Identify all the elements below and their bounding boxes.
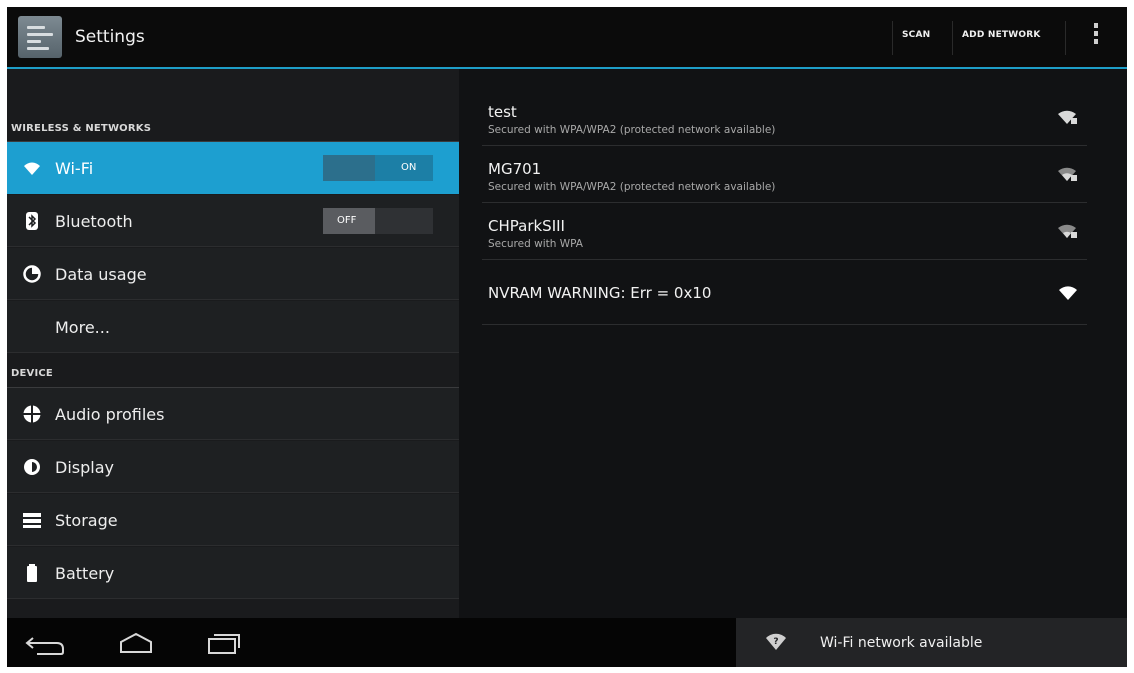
notification-text: Wi-Fi network available bbox=[820, 635, 983, 651]
overflow-menu-icon[interactable] bbox=[1093, 23, 1099, 51]
divider bbox=[952, 21, 953, 55]
battery-icon bbox=[27, 564, 37, 582]
recent-apps-icon[interactable] bbox=[208, 634, 240, 654]
home-icon[interactable] bbox=[120, 632, 152, 653]
bluetooth-icon bbox=[26, 212, 38, 230]
settings-sidebar: WIRELESS & NETWORKS Wi-Fi ON Bluetooth O… bbox=[7, 69, 459, 618]
wifi-signal-icon bbox=[1059, 286, 1077, 300]
sidebar-item-audio-profiles[interactable]: Audio profiles bbox=[7, 388, 459, 440]
toggle-state: ON bbox=[401, 162, 417, 173]
android-screen: Settings SCAN ADD NETWORK WIRELESS & NET… bbox=[7, 7, 1127, 667]
wifi-signal-locked-icon bbox=[1058, 110, 1077, 124]
back-icon[interactable] bbox=[25, 637, 64, 655]
network-ssid: MG701 bbox=[488, 160, 542, 178]
network-item-mg701[interactable]: MG701 Secured with WPA/WPA2 (protected n… bbox=[482, 146, 1087, 203]
network-ssid: NVRAM WARNING: Err = 0x10 bbox=[488, 284, 712, 302]
wifi-toggle[interactable]: ON bbox=[323, 155, 433, 181]
wifi-signal-locked-icon bbox=[1058, 224, 1077, 238]
data-usage-icon bbox=[23, 265, 41, 283]
network-ssid: test bbox=[488, 103, 517, 121]
sidebar-item-data-usage[interactable]: Data usage bbox=[7, 248, 459, 300]
network-ssid: CHParkSIII bbox=[488, 217, 565, 235]
add-network-button[interactable]: ADD NETWORK bbox=[962, 30, 1041, 40]
wifi-icon bbox=[24, 162, 40, 175]
wifi-available-notification[interactable]: ? Wi-Fi network available bbox=[736, 618, 1127, 667]
page-title: Settings bbox=[75, 27, 145, 47]
svg-text:?: ? bbox=[773, 637, 778, 647]
sidebar-item-label: Audio profiles bbox=[55, 405, 165, 424]
sidebar-item-display[interactable]: Display bbox=[7, 441, 459, 493]
sidebar-item-label: More... bbox=[55, 318, 110, 337]
storage-icon bbox=[23, 513, 41, 528]
sidebar-item-wifi[interactable]: Wi-Fi ON bbox=[7, 142, 459, 194]
wifi-signal-locked-icon bbox=[1058, 167, 1077, 181]
network-summary: Secured with WPA/WPA2 (protected network… bbox=[488, 124, 776, 136]
network-summary: Secured with WPA/WPA2 (protected network… bbox=[488, 181, 776, 193]
sidebar-item-label: Data usage bbox=[55, 265, 147, 284]
sidebar-item-bluetooth[interactable]: Bluetooth OFF bbox=[7, 195, 459, 247]
sidebar-item-storage[interactable]: Storage bbox=[7, 494, 459, 546]
action-bar: Settings SCAN ADD NETWORK bbox=[7, 7, 1127, 67]
bluetooth-toggle[interactable]: OFF bbox=[323, 208, 433, 234]
sidebar-item-label: Battery bbox=[55, 564, 115, 583]
settings-app-icon[interactable] bbox=[18, 16, 62, 58]
network-item-test[interactable]: test Secured with WPA/WPA2 (protected ne… bbox=[482, 89, 1087, 146]
wifi-question-icon: ? bbox=[766, 633, 786, 650]
sidebar-item-label: Storage bbox=[55, 511, 118, 530]
audio-profiles-icon bbox=[23, 405, 41, 423]
toggle-state: OFF bbox=[337, 215, 357, 226]
network-item-nvram[interactable]: NVRAM WARNING: Err = 0x10 bbox=[482, 260, 1087, 325]
toggle-thumb bbox=[323, 155, 375, 181]
sidebar-item-more[interactable]: More... bbox=[7, 301, 459, 353]
section-header-device: DEVICE bbox=[11, 368, 53, 379]
sidebar-item-label: Display bbox=[55, 458, 114, 477]
network-item-chparksiii[interactable]: CHParkSIII Secured with WPA bbox=[482, 203, 1087, 260]
sidebar-item-label: Wi-Fi bbox=[55, 159, 94, 178]
divider bbox=[1065, 21, 1066, 55]
network-summary: Secured with WPA bbox=[488, 238, 583, 250]
section-header-wireless: WIRELESS & NETWORKS bbox=[11, 123, 152, 134]
nav-keys bbox=[25, 632, 240, 655]
wifi-network-list: test Secured with WPA/WPA2 (protected ne… bbox=[459, 69, 1127, 618]
scan-button[interactable]: SCAN bbox=[902, 30, 930, 40]
display-icon bbox=[24, 459, 40, 475]
sidebar-item-label: Bluetooth bbox=[55, 212, 133, 231]
sidebar-item-battery[interactable]: Battery bbox=[7, 547, 459, 599]
divider bbox=[892, 21, 893, 55]
